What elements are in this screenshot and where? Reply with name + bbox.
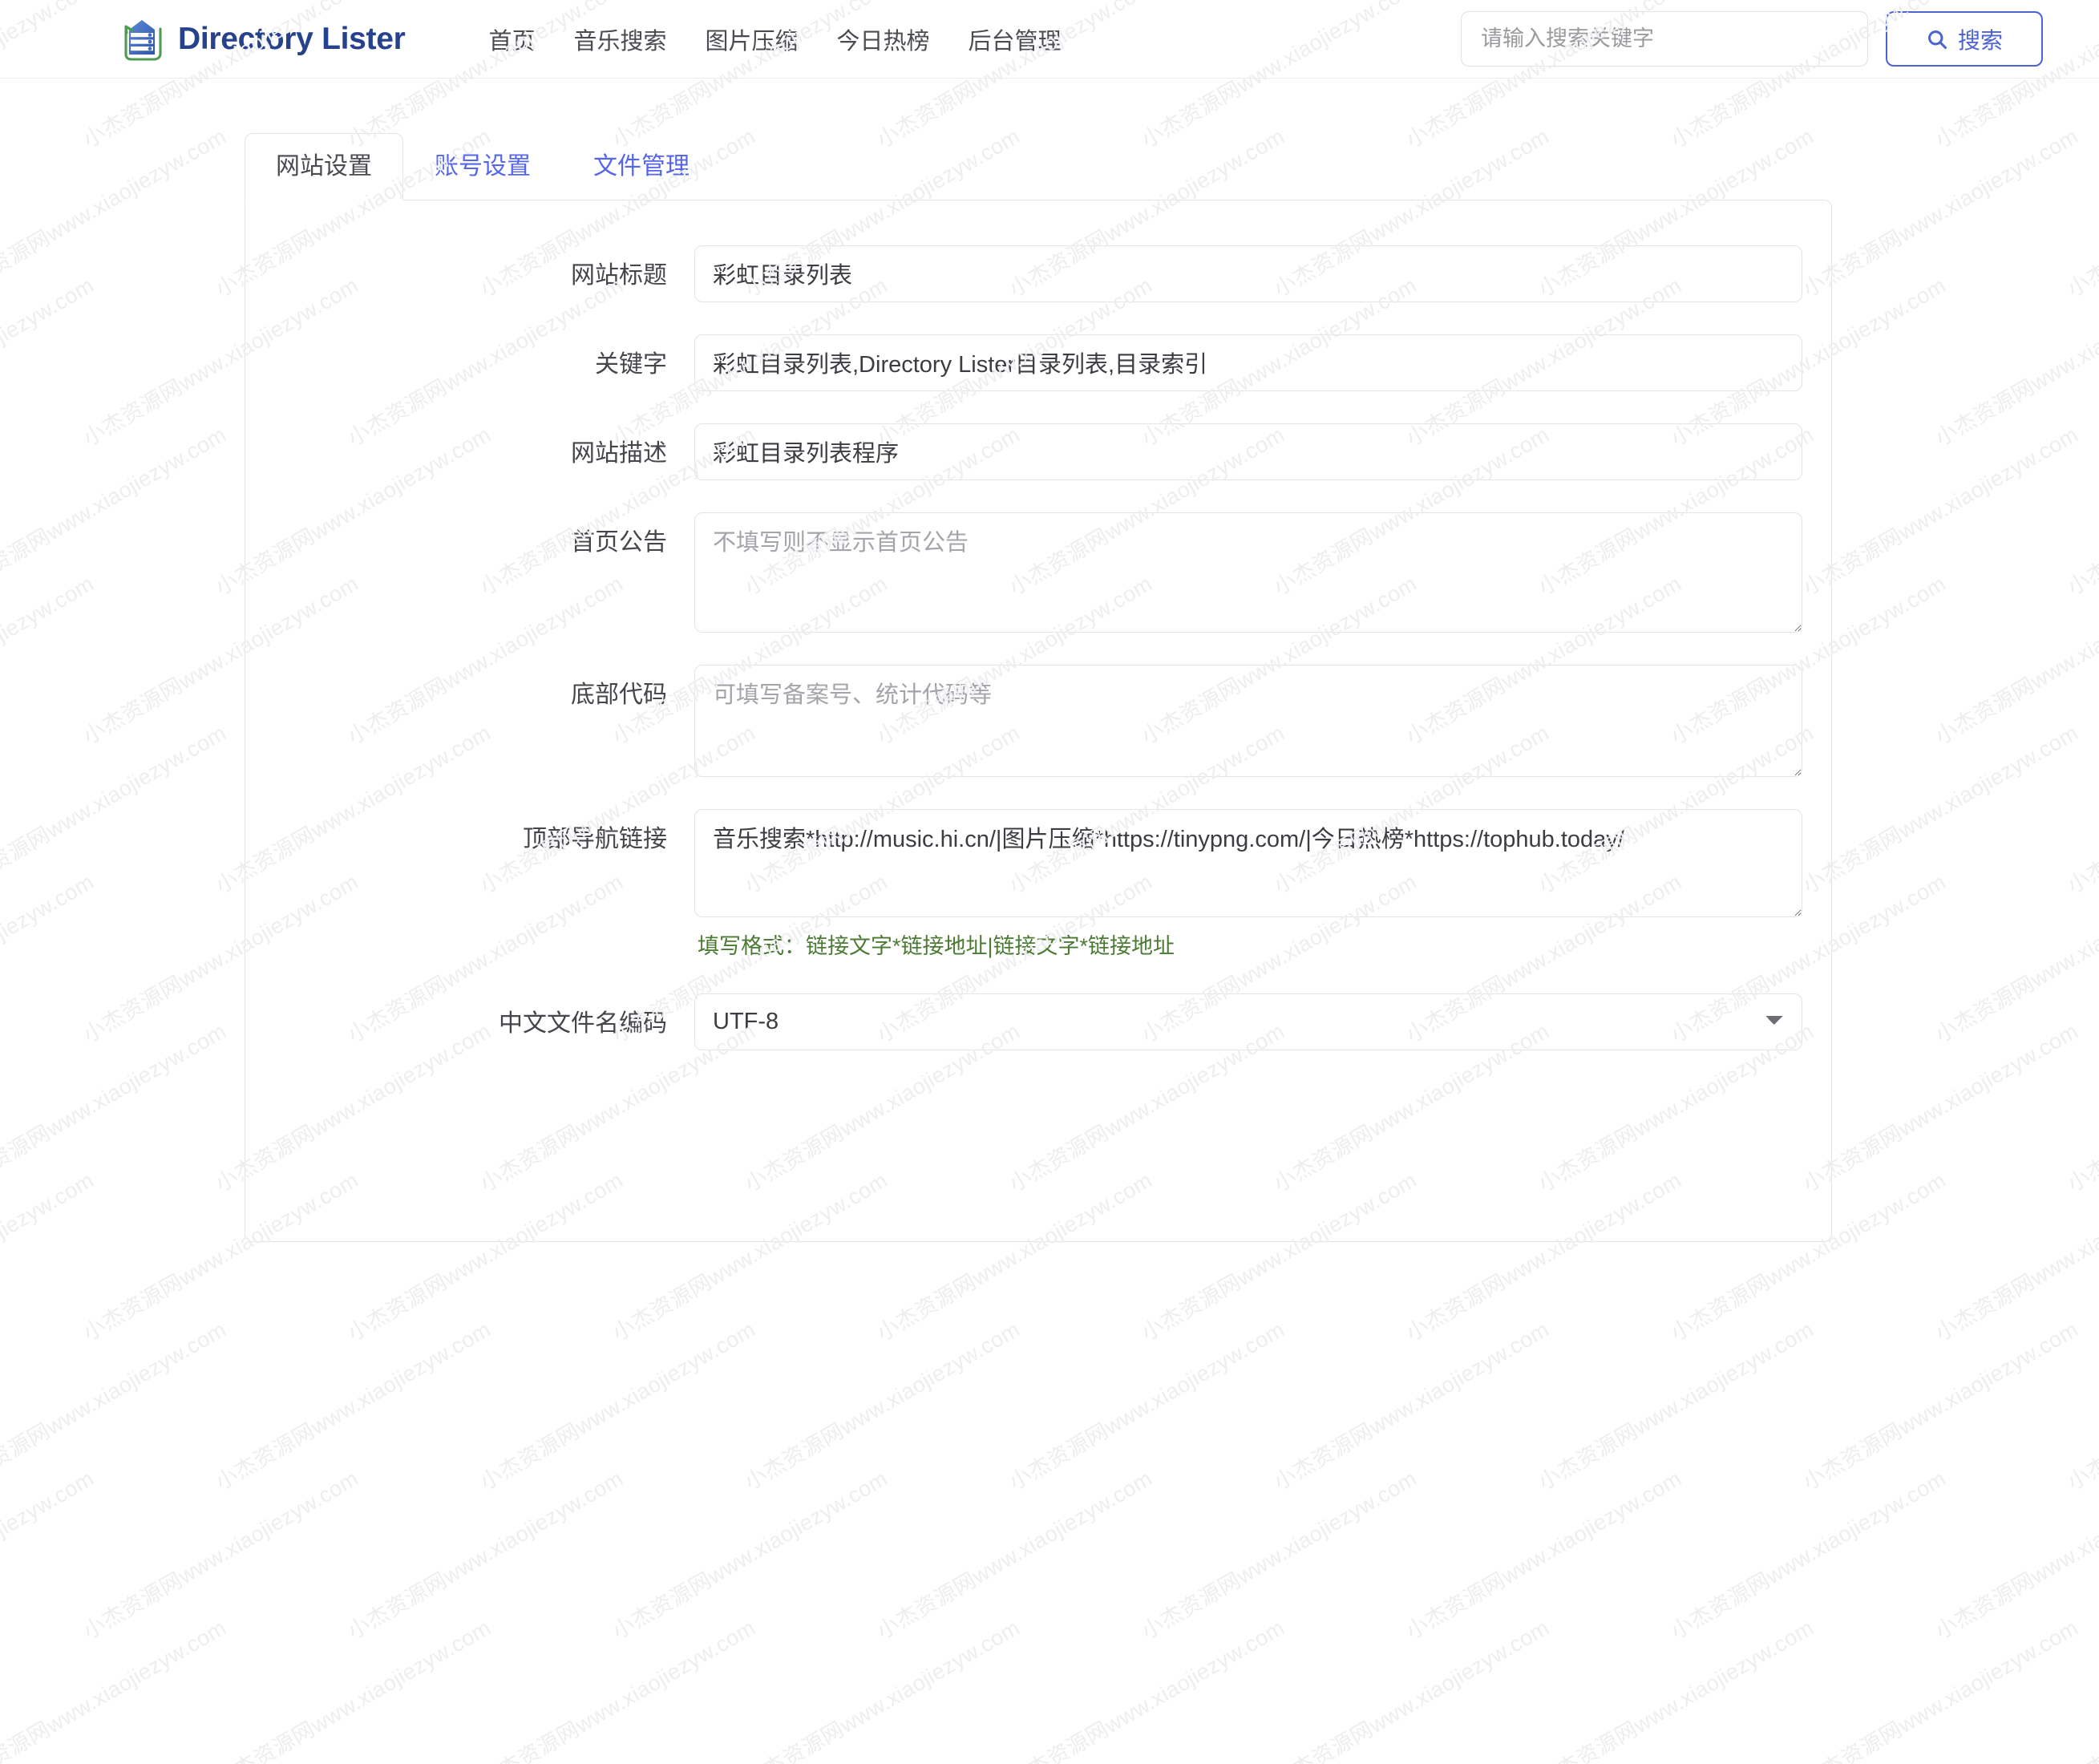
watermark-text: 小杰资源网www.xiaojiezyw.com — [1928, 1759, 2099, 1764]
watermark-text: 小杰资源网www.xiaojiezyw.com — [605, 1759, 892, 1764]
control-wrap-home-notice — [694, 512, 1831, 633]
watermark-text: 小杰资源网www.xiaojiezyw.com — [1005, 1615, 1289, 1764]
description-input[interactable] — [694, 423, 1802, 480]
keywords-input[interactable] — [694, 334, 1802, 391]
field-home-notice: 首页公告 — [245, 512, 1831, 633]
label-keywords: 关键字 — [595, 350, 667, 378]
nav-item-hot-list[interactable]: 今日热榜 — [818, 14, 949, 64]
field-keywords: 关键字 — [245, 334, 1831, 391]
header-search-group: 搜索 — [1461, 11, 2043, 67]
watermark-text: 小杰资源网www.xiaojiezyw.com — [2063, 1615, 2099, 1764]
top-navbar: Directory Lister 首页 音乐搜索 图片压缩 今日热榜 后台管理 — [0, 0, 2099, 79]
nav-link-music-search[interactable]: 音乐搜索 — [555, 14, 686, 64]
watermark-text: 小杰资源网www.xiaojiezyw.com — [740, 1317, 1025, 1495]
watermark-text: 小杰资源网www.xiaojiezyw.com — [76, 1759, 363, 1764]
watermark-text: 小杰资源网www.xiaojiezyw.com — [0, 1759, 99, 1764]
watermark-text: 小杰资源网www.xiaojiezyw.com — [341, 1759, 628, 1764]
watermark-text: 小杰资源网www.xiaojiezyw.com — [0, 1317, 231, 1495]
nav-item-home[interactable]: 首页 — [469, 14, 554, 64]
nav-item-music-search[interactable]: 音乐搜索 — [555, 14, 686, 64]
page-root: Directory Lister 首页 音乐搜索 图片压缩 今日热榜 后台管理 — [0, 0, 2099, 1313]
watermark-text: 小杰资源网www.xiaojiezyw.com — [1269, 1317, 1554, 1495]
watermark-text: 小杰资源网www.xiaojiezyw.com — [870, 1759, 1157, 1764]
field-filename-encoding: 中文文件名编码 UTF-8GBK — [245, 993, 1831, 1051]
settings-panel: 网站标题 关键字 网站描述 首页公告 — [245, 199, 1832, 1242]
nav-links-textarea[interactable]: 音乐搜索*http://music.hi.cn/|图片压缩*https://ti… — [694, 808, 1802, 917]
label-filename-encoding: 中文文件名编码 — [499, 1010, 667, 1038]
watermark-text: 小杰资源网www.xiaojiezyw.com — [1664, 1759, 1951, 1764]
watermark-text: 小杰资源网www.xiaojiezyw.com — [1798, 1615, 2083, 1764]
site-title-input[interactable] — [694, 245, 1802, 302]
watermark-text: 小杰资源网www.xiaojiezyw.com — [211, 1615, 495, 1764]
control-wrap-keywords — [694, 334, 1831, 391]
watermark-text: 小杰资源网www.xiaojiezyw.com — [2063, 1317, 2099, 1495]
label-site-title: 网站标题 — [571, 261, 667, 289]
watermark-text: 小杰资源网www.xiaojiezyw.com — [1798, 1317, 2083, 1495]
watermark-text: 小杰资源网www.xiaojiezyw.com — [475, 1615, 760, 1764]
footer-code-textarea[interactable] — [694, 664, 1802, 777]
watermark-text: 小杰资源网www.xiaojiezyw.com — [343, 1466, 628, 1645]
watermark-text: 小杰资源网www.xiaojiezyw.com — [1269, 1615, 1554, 1764]
nav-item-image-compress[interactable]: 图片压缩 — [686, 14, 818, 64]
tab-site-settings[interactable]: 网站设置 — [245, 133, 403, 200]
brand-name: Directory Lister — [178, 21, 406, 56]
field-nav-links: 顶部导航链接 音乐搜索*http://music.hi.cn/|图片压缩*htt… — [245, 808, 1831, 962]
admin-content: 网站设置 账号设置 文件管理 网站标题 关键字 网站描述 — [0, 79, 2099, 1242]
nav-item-admin[interactable]: 后台管理 — [949, 14, 1081, 64]
nav-link-admin[interactable]: 后台管理 — [949, 14, 1081, 64]
tab-file-manager[interactable]: 文件管理 — [562, 133, 721, 200]
brand-logo-link[interactable]: Directory Lister — [119, 16, 406, 63]
filename-encoding-select[interactable]: UTF-8GBK — [694, 993, 1802, 1051]
home-notice-textarea[interactable] — [694, 512, 1802, 633]
primary-nav: 首页 音乐搜索 图片压缩 今日热榜 后台管理 — [469, 14, 1080, 64]
watermark-text: 小杰资源网www.xiaojiezyw.com — [1137, 1466, 1422, 1645]
watermark-text: 小杰资源网www.xiaojiezyw.com — [0, 1615, 231, 1764]
control-wrap-filename-encoding: UTF-8GBK — [694, 993, 1831, 1051]
control-wrap-nav-links: 音乐搜索*http://music.hi.cn/|图片压缩*https://ti… — [694, 808, 1831, 962]
nav-link-hot-list[interactable]: 今日热榜 — [818, 14, 949, 64]
label-home-notice: 首页公告 — [571, 528, 667, 556]
search-button[interactable]: 搜索 — [1886, 11, 2043, 67]
label-description: 网站描述 — [571, 439, 667, 467]
search-icon — [1926, 28, 1948, 51]
watermark-text: 小杰资源网www.xiaojiezyw.com — [1534, 1317, 1818, 1495]
control-wrap-description — [694, 423, 1831, 480]
label-nav-links: 顶部导航链接 — [523, 825, 667, 852]
watermark-text: 小杰资源网www.xiaojiezyw.com — [1401, 1466, 1686, 1645]
field-site-title: 网站标题 — [245, 245, 1831, 302]
settings-tabs: 网站设置 账号设置 文件管理 — [245, 133, 2099, 200]
field-description: 网站描述 — [245, 423, 1831, 480]
nav-link-image-compress[interactable]: 图片压缩 — [686, 14, 818, 64]
search-button-label: 搜索 — [1957, 27, 2003, 53]
label-footer-code: 底部代码 — [571, 681, 667, 708]
control-wrap-footer-code — [694, 664, 1831, 777]
watermark-text: 小杰资源网www.xiaojiezyw.com — [1399, 1759, 1686, 1764]
nav-link-home[interactable]: 首页 — [469, 14, 554, 64]
watermark-text: 小杰资源网www.xiaojiezyw.com — [1666, 1466, 1951, 1645]
watermark-text: 小杰资源网www.xiaojiezyw.com — [0, 1466, 99, 1645]
watermark-text: 小杰资源网www.xiaojiezyw.com — [740, 1615, 1025, 1764]
directory-stack-icon — [119, 16, 165, 63]
field-footer-code: 底部代码 — [245, 664, 1831, 777]
watermark-text: 小杰资源网www.xiaojiezyw.com — [1534, 1615, 1818, 1764]
watermark-text: 小杰资源网www.xiaojiezyw.com — [1005, 1317, 1289, 1495]
nav-links-hint: 填写格式：链接文字*链接地址|链接文字*链接地址 — [698, 933, 1175, 958]
search-input[interactable] — [1461, 11, 1868, 67]
watermark-text: 小杰资源网www.xiaojiezyw.com — [79, 1466, 363, 1645]
watermark-text: 小杰资源网www.xiaojiezyw.com — [608, 1466, 892, 1645]
control-wrap-site-title — [694, 245, 1831, 302]
tab-account-settings[interactable]: 账号设置 — [403, 133, 562, 200]
watermark-text: 小杰资源网www.xiaojiezyw.com — [872, 1466, 1157, 1645]
watermark-text: 小杰资源网www.xiaojiezyw.com — [1134, 1759, 1422, 1764]
watermark-text: 小杰资源网www.xiaojiezyw.com — [1931, 1466, 2099, 1645]
watermark-text: 小杰资源网www.xiaojiezyw.com — [475, 1317, 760, 1495]
watermark-text: 小杰资源网www.xiaojiezyw.com — [211, 1317, 495, 1495]
